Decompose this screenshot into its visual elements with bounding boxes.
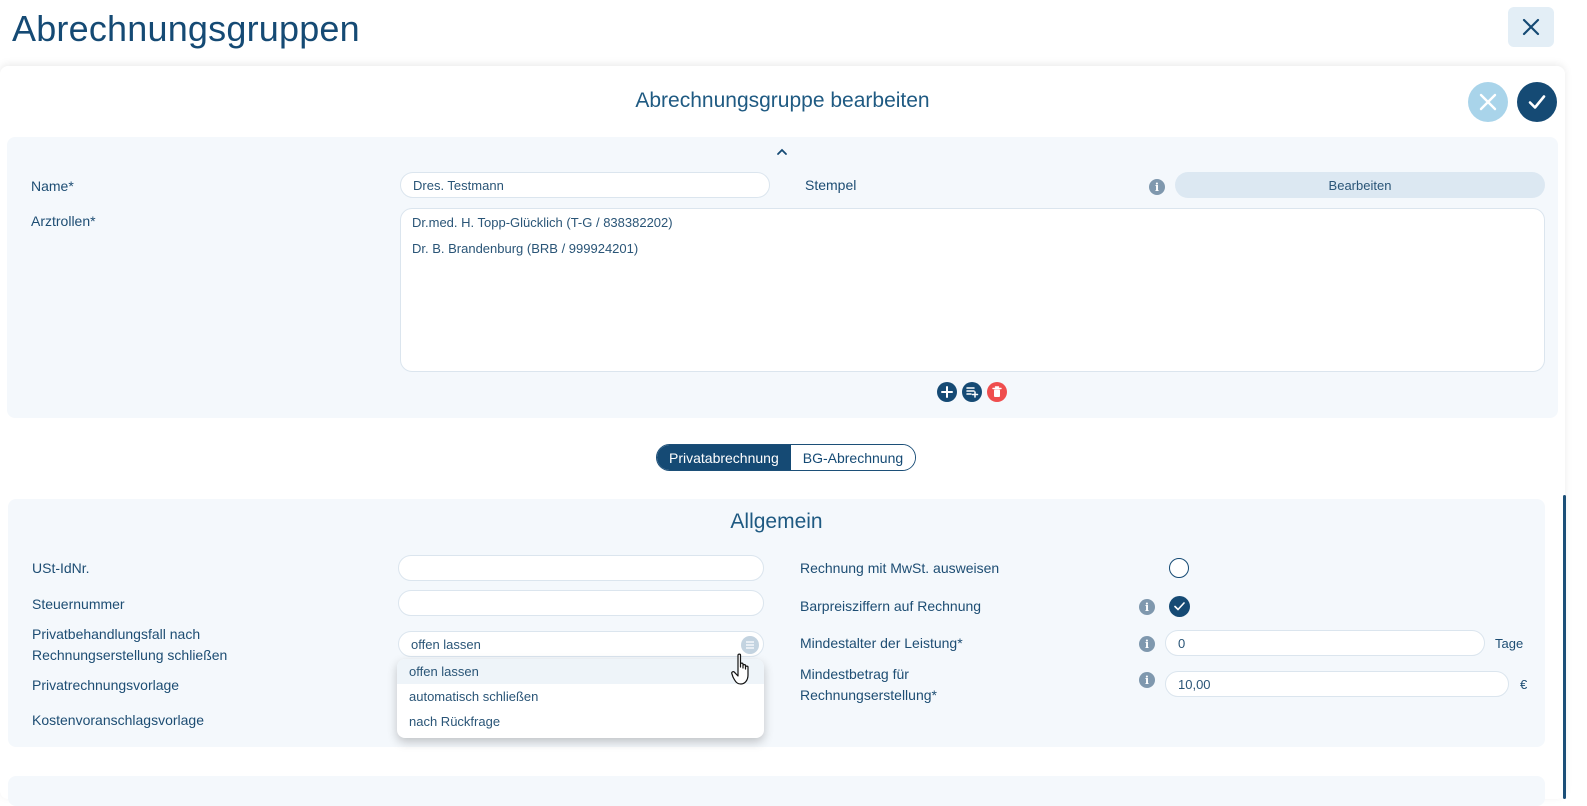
billing-type-toggle: Privatabrechnung BG-Abrechnung (656, 444, 917, 471)
close-icon (1479, 93, 1497, 111)
mindestbetrag-unit: € (1520, 677, 1528, 692)
name-value: Dres. Testmann (413, 177, 504, 193)
privat-fall-dropdown: offen lassen automatisch schließen nach … (397, 659, 764, 738)
save-button[interactable] (1517, 82, 1557, 122)
mindestbetrag-value: 10,00 (1178, 676, 1211, 692)
kostenvoranschlag-label: Kostenvoranschlagsvorlage (32, 712, 204, 728)
scrollbar[interactable] (1563, 495, 1566, 799)
next-section (8, 776, 1545, 806)
list-item[interactable]: Dr. B. Brandenburg (BRB / 999924201) (412, 241, 638, 256)
privat-fall-select[interactable]: offen lassen (398, 631, 764, 657)
check-icon (1174, 602, 1185, 611)
mindestalter-input[interactable]: 0 (1165, 630, 1485, 656)
tab-bg-abrechnung[interactable]: BG-Abrechnung (790, 445, 916, 470)
steuer-label: Steuernummer (32, 596, 125, 612)
mindestalter-unit: Tage (1495, 636, 1524, 651)
barpreis-toggle[interactable] (1169, 596, 1190, 617)
dropdown-option-offen[interactable]: offen lassen (397, 659, 764, 684)
close-icon (1522, 18, 1540, 36)
mwst-label: Rechnung mit MwSt. ausweisen (800, 560, 1000, 576)
barpreis-label: Barpreisziffern auf Rechnung (800, 598, 982, 614)
name-input[interactable]: Dres. Testmann (400, 172, 770, 198)
dropdown-option-rueckfrage[interactable]: nach Rückfrage (397, 709, 764, 734)
arztrollen-label: Arztrollen* (31, 213, 96, 229)
collapse-button[interactable] (775, 144, 789, 162)
chevron-up-icon (777, 148, 787, 155)
list-item[interactable]: Dr.med. H. Topp-Glücklich (T-G / 8383822… (412, 215, 673, 230)
name-label: Name* (31, 178, 74, 194)
close-page-button[interactable] (1508, 7, 1554, 47)
privat-fall-value: offen lassen (411, 636, 481, 652)
plus-icon (941, 386, 953, 398)
mindestbetrag-label: Mindestbetrag für (800, 666, 909, 682)
dropdown-option-automatisch[interactable]: automatisch schließen (397, 684, 764, 709)
trash-icon (992, 386, 1002, 397)
stempel-edit-button[interactable]: Bearbeiten (1175, 172, 1545, 198)
info-icon[interactable]: i (1139, 636, 1155, 652)
mwst-toggle[interactable] (1169, 558, 1189, 578)
stempel-label: Stempel (805, 177, 857, 193)
allgemein-title: Allgemein (730, 510, 823, 533)
add-list-button[interactable] (962, 382, 982, 402)
info-icon[interactable]: i (1149, 179, 1165, 195)
playlist-add-icon (965, 387, 978, 398)
edit-title: Abrechnungsgruppe bearbeiten (635, 89, 930, 112)
privat-fall-label-line2: Rechnungserstellung schließen (32, 647, 228, 663)
add-arztrolle-button[interactable] (937, 382, 957, 402)
list-icon[interactable] (741, 636, 759, 654)
cancel-button[interactable] (1468, 82, 1508, 122)
mindestalter-label: Mindestalter der Leistung* (800, 635, 963, 651)
mindestbetrag-input[interactable]: 10,00 (1165, 671, 1509, 697)
mindestbetrag-label-line2: Rechnungserstellung* (800, 687, 937, 703)
check-icon (1528, 95, 1546, 109)
delete-arztrolle-button[interactable] (987, 382, 1007, 402)
privatrechnung-label: Privatrechnungsvorlage (32, 677, 180, 693)
ust-input[interactable] (398, 555, 764, 581)
mindestalter-value: 0 (1178, 635, 1186, 651)
page-title: Abrechnungsgruppen (12, 8, 360, 49)
allgemein-section (8, 499, 1545, 747)
info-icon[interactable]: i (1139, 599, 1155, 615)
hand-cursor-icon (731, 653, 755, 692)
ust-label: USt-IdNr. (32, 560, 90, 576)
steuer-input[interactable] (398, 590, 764, 616)
info-icon[interactable]: i (1139, 672, 1155, 688)
arztrollen-list[interactable]: Dr.med. H. Topp-Glücklich (T-G / 8383822… (400, 208, 1545, 372)
tab-privatabrechnung[interactable]: Privatabrechnung (657, 445, 791, 470)
privat-fall-label: Privatbehandlungsfall nach (32, 626, 201, 642)
